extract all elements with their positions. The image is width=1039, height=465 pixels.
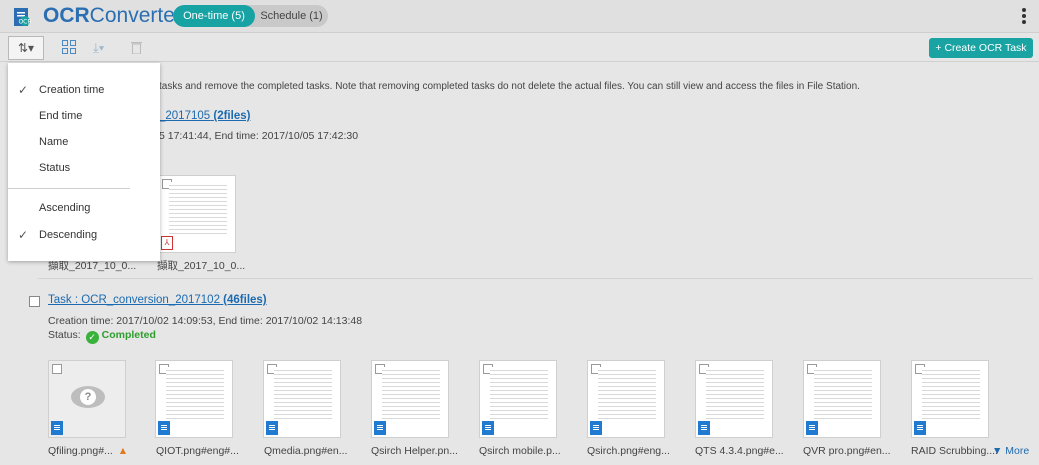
- document-file-icon: [158, 421, 170, 435]
- document-file-icon: [266, 421, 278, 435]
- document-file-icon: [698, 421, 710, 435]
- task-1-title-link[interactable]: _2017105 (2files): [159, 110, 250, 122]
- svg-text:OCR: OCR: [18, 19, 31, 26]
- sort-dropdown-menu: ✓ Creation time End time Name Status Asc…: [8, 63, 160, 261]
- task-divider: [38, 278, 1033, 279]
- task-2-times: Creation time: 2017/10/02 14:09:53, End …: [48, 315, 363, 327]
- document-preview: [382, 367, 440, 419]
- file-name: QIOT.png#eng#...: [156, 445, 239, 457]
- sort-order-ascending[interactable]: Ascending: [8, 195, 160, 221]
- sort-option-end-time[interactable]: End time: [8, 103, 160, 129]
- document-preview: [490, 367, 548, 419]
- checkmark-icon: ✓: [18, 228, 29, 242]
- sort-option-status[interactable]: Status: [8, 155, 160, 181]
- app-header: OCR OCRConverter One-time (5) Schedule (…: [0, 0, 1039, 33]
- sort-option-creation-time[interactable]: ✓ Creation time: [8, 77, 160, 103]
- task-type-tabs: One-time (5) Schedule (1): [173, 5, 328, 27]
- file-name: QTS 4.3.4.png#e...: [695, 445, 784, 457]
- file-thumbnail[interactable]: [911, 360, 989, 438]
- delete-icon[interactable]: [131, 38, 142, 58]
- document-file-icon: [482, 421, 494, 435]
- sort-order-descending[interactable]: ✓ Descending: [8, 222, 160, 248]
- download-icon[interactable]: ⤓▾: [93, 38, 104, 58]
- more-options-icon[interactable]: [1021, 8, 1027, 26]
- task-2-status: Status: ✓ Completed: [48, 329, 156, 344]
- preview-unavailable-icon: ?: [71, 386, 105, 408]
- create-ocr-task-button[interactable]: + Create OCR Task: [929, 38, 1033, 58]
- file-name: Qsirch mobile.p...: [479, 445, 561, 457]
- file-thumbnail[interactable]: [371, 360, 449, 438]
- document-preview: [922, 367, 980, 419]
- app-title: OCRConverter: [43, 4, 182, 27]
- file-thumbnail[interactable]: [155, 360, 233, 438]
- sort-option-name[interactable]: Name: [8, 129, 160, 155]
- file-thumbnail[interactable]: [263, 360, 341, 438]
- check-circle-icon: ✓: [85, 331, 99, 344]
- file-name: Qmedia.png#en...: [264, 445, 348, 457]
- file-name: Qfiling.png#... ▲: [48, 445, 129, 457]
- document-preview: [598, 367, 656, 419]
- file-thumbnail[interactable]: [479, 360, 557, 438]
- document-file-icon: [51, 421, 63, 435]
- menu-divider: [8, 188, 130, 189]
- task-1-times: 5 17:41:44, End time: 2017/10/05 17:42:3…: [159, 130, 359, 142]
- file-name: RAID Scrubbing....: [911, 445, 998, 457]
- toolbar: ⇅▾ ⤓▾ + Create OCR Task: [0, 34, 1039, 62]
- document-preview: [274, 367, 332, 419]
- task-2-checkbox[interactable]: [29, 296, 40, 307]
- task-2-title-link[interactable]: Task : OCR_conversion_2017102 (46files): [48, 294, 267, 306]
- document-file-icon: [590, 421, 602, 435]
- file-name: 擷取_2017_10_0...: [157, 260, 246, 272]
- tab-one-time[interactable]: One-time (5): [173, 5, 255, 27]
- document-file-icon: [806, 421, 818, 435]
- ocr-converter-logo-icon: OCR: [14, 8, 31, 26]
- warning-icon: ▲: [117, 445, 129, 457]
- file-name: QVR pro.png#en...: [803, 445, 891, 457]
- document-preview: [169, 182, 227, 234]
- file-thumbnail[interactable]: ?: [48, 360, 126, 438]
- file-checkbox[interactable]: [52, 364, 62, 374]
- document-file-icon: [914, 421, 926, 435]
- info-notice: tasks and remove the completed tasks. No…: [159, 81, 860, 92]
- sort-button[interactable]: ⇅▾: [8, 36, 44, 60]
- more-files-link[interactable]: ▼ More: [992, 445, 1029, 457]
- file-thumbnail[interactable]: [695, 360, 773, 438]
- grid-view-icon[interactable]: [62, 38, 76, 58]
- tab-schedule[interactable]: Schedule (1): [255, 5, 328, 27]
- checkmark-icon: ✓: [18, 83, 29, 97]
- file-name: Qsirch Helper.pn...: [371, 445, 458, 457]
- pdf-file-icon: ⅄: [161, 236, 173, 250]
- document-preview: [814, 367, 872, 419]
- file-thumbnail[interactable]: ⅄: [158, 175, 236, 253]
- document-preview: [166, 367, 224, 419]
- document-preview: [706, 367, 764, 419]
- document-file-icon: [374, 421, 386, 435]
- file-name: Qsirch.png#eng...: [587, 445, 670, 457]
- file-thumbnail[interactable]: [803, 360, 881, 438]
- file-thumbnail[interactable]: [587, 360, 665, 438]
